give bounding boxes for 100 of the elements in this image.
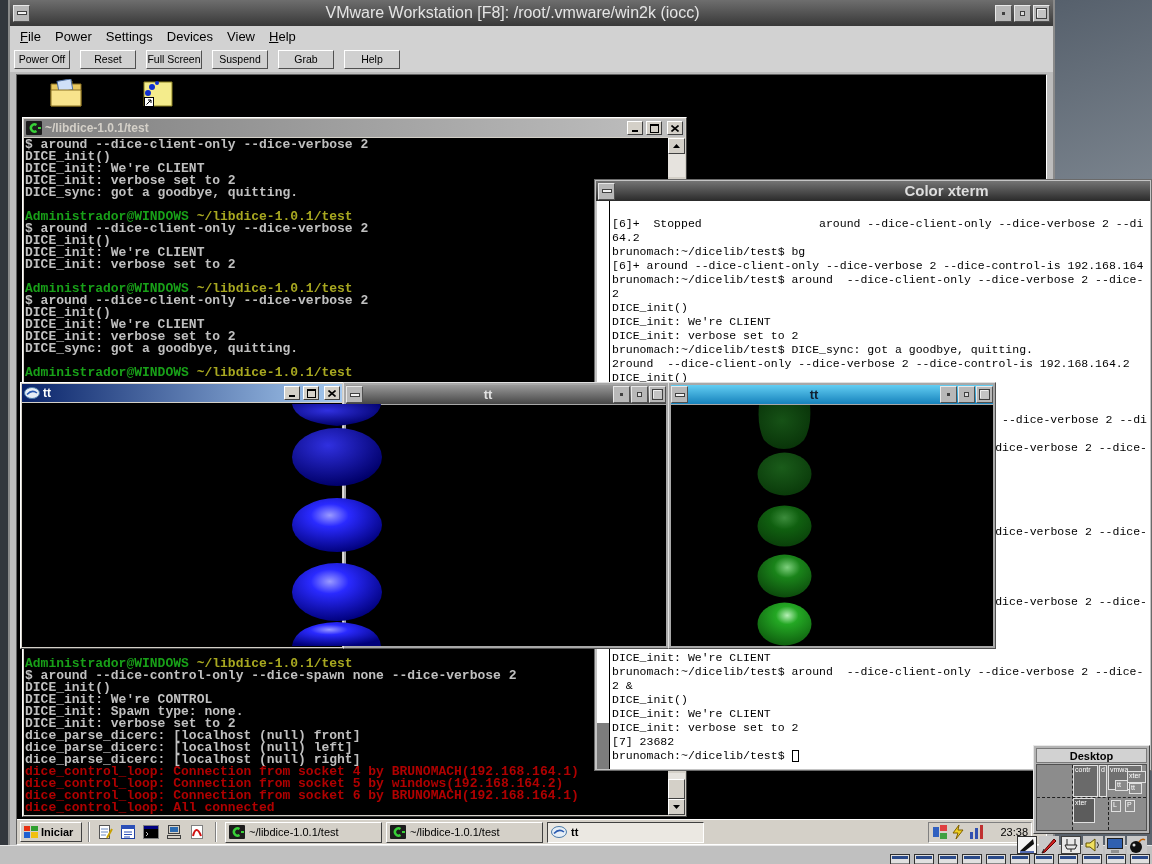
minimize-button[interactable] [613,386,630,403]
bomb-icon[interactable] [1127,836,1147,854]
toolbar-button[interactable]: Grab [278,50,334,69]
window-button[interactable] [1033,4,1050,22]
notepad-icon[interactable] [97,824,113,840]
computer-icon[interactable] [166,824,182,840]
terminal-line: DICE_init() [25,235,111,247]
task-button[interactable]: ~/libdice-1.0.1/test [386,821,543,843]
terminal-line: DICE_init: We're CLIENT [25,319,205,331]
window-icon[interactable] [890,854,910,864]
terminal-line: DICE_init() [25,682,111,694]
console-icon[interactable] [143,824,159,840]
square-icon [652,389,663,400]
scrollbar-thumb[interactable] [597,723,609,769]
flag-icon [24,826,38,838]
square-icon [979,389,990,400]
tools-icon[interactable] [932,824,948,840]
scroll-down-button[interactable] [668,799,685,815]
bar-icon [601,189,612,193]
window-icon[interactable] [1082,854,1102,864]
tile-icon[interactable] [1017,836,1037,854]
scrollbar-thumb[interactable] [668,779,685,799]
menu-item[interactable]: Power [47,26,99,47]
maximize-button[interactable] [631,386,648,403]
window-title: ~/libdice-1.0.1/test [45,120,150,137]
window-menu-button[interactable] [13,4,30,22]
window-icon[interactable] [962,854,982,864]
maximize-button[interactable] [1014,4,1031,22]
toolbar-button[interactable]: Help [344,50,400,69]
menu-item[interactable]: View [220,26,262,47]
caret-down-icon [673,805,680,809]
minimize-button[interactable] [995,4,1012,22]
close-button[interactable] [667,121,683,135]
window-icon[interactable] [1058,854,1078,864]
speaker-icon[interactable] [1083,836,1103,854]
window-button[interactable] [976,386,993,403]
scrollbar-track[interactable] [668,773,685,779]
menu-item[interactable]: Settings [98,26,160,47]
terminal-line: DICE_init: We're CLIENT [25,163,205,175]
terminal-line: $ around --dice-client-only --dice-verbose 2 [25,139,369,151]
terminal-line: DICE_init() [25,307,111,319]
toolbar-button[interactable]: Suspend [212,50,268,69]
window-icon[interactable] [1130,854,1150,864]
terminal-line: DICE_init: verbose set to 2 [612,329,799,343]
terminal-line: [6]+ Stopped around --dice-client-only --dice-verbose 2 --di [612,217,1144,231]
window-icon[interactable] [1034,854,1054,864]
sphere [757,602,812,646]
task-button[interactable]: ~/libdice-1.0.1/test [225,821,382,843]
close-button[interactable] [324,386,340,400]
document-icon[interactable] [120,824,136,840]
oval-icon [24,387,40,399]
toolbar-button[interactable]: Reset [80,50,136,69]
terminal-line: DICE_init: verbose set to 2 [612,721,799,735]
page-icon[interactable] [189,824,205,840]
sphere [757,554,812,598]
scroll-up-button[interactable] [668,138,685,154]
terminal-line: brunomach:~/dicelib/test$ DICE_sync: got a goodbye, quitting. [612,343,1033,357]
prompt-line: Administrador@WINDOWS ~/libdice-1.0.1/test [25,658,353,670]
prompt-line: Administrador@WINDOWS ~/libdice-1.0.1/test [25,367,353,379]
terminal-line: brunomach:~/dicelib/test$ around --dice-client-only --dice-verbose 2 --dice- [612,273,1144,287]
pen-icon[interactable] [1039,836,1059,854]
terminal-line: dice-verbose 2 --dice- [995,525,1147,539]
window-icon[interactable] [1010,854,1030,864]
window-icon[interactable] [914,854,934,864]
toolbar-button[interactable]: Full Screen [146,50,202,69]
plug-icon[interactable] [1061,836,1081,854]
terminal-line: dice_control_loop: Connection from socket 4 by BRUNOMACH(192.168.164.1) [25,766,579,778]
start-button[interactable]: Iniciar [20,822,82,842]
minimize-button[interactable] [940,386,957,403]
terminal-line: DICE_init: We're CLIENT [612,707,771,721]
window-menu-button[interactable] [598,182,615,200]
terminal-line: dice-verbose 2 --dice- [995,595,1147,609]
terminal-line: DICE_init: verbose set to 2 [25,259,236,271]
window-icon[interactable] [1106,854,1126,864]
monitor-icon[interactable] [1105,836,1125,854]
chart-icon[interactable] [968,824,984,840]
folder-shortcut-icon[interactable] [142,79,174,107]
menu-item[interactable]: Help [262,26,303,47]
window-icon[interactable] [986,854,1006,864]
oval-icon [551,826,567,838]
menu-item[interactable]: Devices [159,26,221,47]
window-menu-button[interactable] [346,386,363,403]
sphere [757,505,812,547]
terminal-line: dice_parse_dicerc: [localhost (null) front] [25,730,361,742]
toolbar-button[interactable]: Power Off [14,50,70,69]
terminal-line: brunomach:~/dicelib/test$ [612,749,785,763]
maximize-button[interactable] [958,386,975,403]
bar-icon [16,11,27,15]
folder-icon[interactable] [50,79,82,107]
window-menu-button[interactable] [671,386,688,403]
window-title: tt [808,385,820,404]
lightning-icon[interactable] [950,824,966,840]
menu-item[interactable]: File [13,26,48,47]
window-title: VMware Workstation [F8]: /root/.vmware/win2k (iocc) [324,3,701,23]
window-icon[interactable] [938,854,958,864]
task-button[interactable]: tt [547,821,704,843]
terminal-line: DICE_init() [612,371,688,385]
terminal-line: DICE_init() [612,693,688,707]
terminal-line: dice_control_loop: All connected [25,802,275,814]
window-button[interactable] [649,386,666,403]
